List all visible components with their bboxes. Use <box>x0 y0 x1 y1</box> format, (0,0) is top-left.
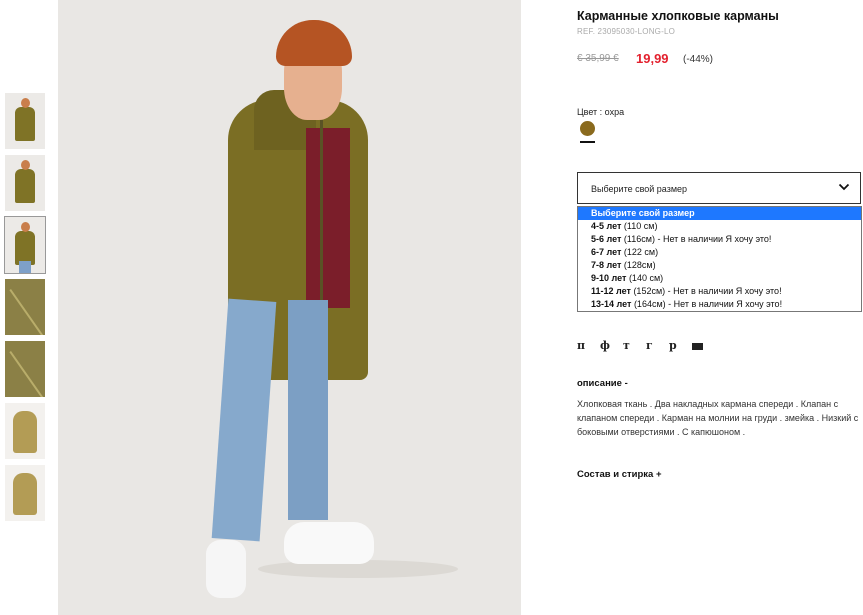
thumbnail-gallery <box>4 93 46 527</box>
thumbnail-side[interactable] <box>5 155 45 211</box>
product-ref: REF. 23095030-LONG-LO <box>577 27 676 36</box>
size-options-list: Выберите свой размер 4-5 лет (110 см) 5-… <box>577 206 862 312</box>
product-title: Карманные хлопковые карманы <box>577 9 779 23</box>
facebook-icon[interactable]: ф <box>600 339 623 352</box>
color-label: Цвет : охра <box>577 107 625 117</box>
size-option[interactable]: 9-10 лет (140 см) <box>578 272 861 285</box>
head-shape <box>21 98 30 108</box>
description-text: Хлопковая ткань . Два накладных кармана … <box>577 399 859 437</box>
swatch-selected-indicator <box>580 141 595 143</box>
description-heading[interactable]: описание - <box>577 378 628 389</box>
thumbnail-detail-2[interactable] <box>5 341 45 397</box>
sweater-shape <box>306 128 350 308</box>
legs-shape <box>19 261 31 273</box>
old-price: € 35,99 € <box>577 53 619 64</box>
right-leg-shape <box>288 300 328 520</box>
thumbnail-detail-1[interactable] <box>5 279 45 335</box>
coat-shape <box>15 231 35 265</box>
coat-shape <box>13 411 37 453</box>
social-share-bar: п ф т г р <box>577 339 715 352</box>
google-plus-icon[interactable]: г <box>646 339 669 352</box>
pinterest-icon[interactable]: п <box>577 339 600 352</box>
seam-shape <box>9 289 45 335</box>
mail-icon[interactable] <box>692 339 715 352</box>
discount-badge: (-44%) <box>683 54 714 65</box>
left-leg-shape <box>211 298 277 542</box>
composition-toggle[interactable]: Состав и стирка + <box>577 469 662 480</box>
head-shape <box>21 160 30 170</box>
sale-price: 19,99 <box>636 51 669 66</box>
right-shoe-shape <box>284 522 374 564</box>
thumbnail-flat-front[interactable] <box>5 403 45 459</box>
hair-shape <box>276 20 352 66</box>
seam-shape <box>9 351 45 397</box>
reddit-icon[interactable]: р <box>669 339 692 352</box>
size-option[interactable]: Выберите свой размер <box>578 207 861 220</box>
thumbnail-front[interactable] <box>5 93 45 149</box>
size-select-value: Выберите свой размер <box>591 184 688 194</box>
size-option[interactable]: 13-14 лет (164см) - Нет в наличии Я хочу… <box>578 298 861 311</box>
left-shoe-shape <box>206 540 246 598</box>
size-option[interactable]: 4-5 лет (110 см) <box>578 220 861 233</box>
coat-shape <box>13 473 37 515</box>
size-select[interactable]: Выберите свой размер <box>577 172 861 204</box>
size-option[interactable]: 7-8 лет (128см) <box>578 259 861 272</box>
thumbnail-full[interactable] <box>4 216 46 274</box>
coat-shape <box>15 107 35 141</box>
coat-shape <box>15 169 35 203</box>
size-option[interactable]: 6-7 лет (122 см) <box>578 246 861 259</box>
product-main-image[interactable] <box>58 0 521 615</box>
head-shape <box>21 222 30 232</box>
size-option[interactable]: 11-12 лет (152см) - Нет в наличии Я хочу… <box>578 285 861 298</box>
color-swatch-ochre[interactable] <box>580 121 595 136</box>
size-option[interactable]: 5-6 лет (116см) - Нет в наличии Я хочу э… <box>578 233 861 246</box>
thumbnail-flat-back[interactable] <box>5 465 45 521</box>
twitter-icon[interactable]: т <box>623 339 646 352</box>
chevron-down-icon <box>838 183 850 191</box>
